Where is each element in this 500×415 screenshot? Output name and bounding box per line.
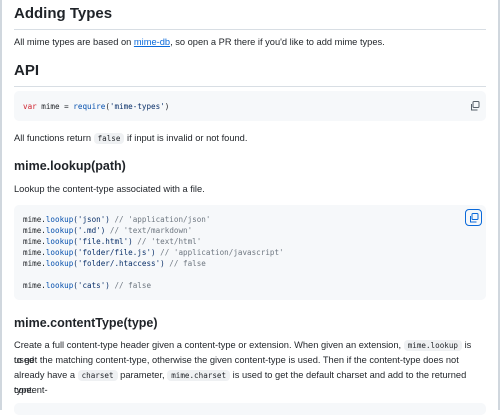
paragraph-line: to get the matching content-type, otherw… (14, 355, 459, 365)
charset-code: charset (77, 370, 118, 381)
paragraph-line: Create a full content-type header given … (14, 340, 472, 365)
api-return-text: All functions return false if input is i… (14, 133, 248, 144)
mime-lookup-code: mime.lookup (403, 340, 462, 351)
paragraph-line: already have a charset parameter, mime.c… (14, 370, 467, 395)
lookup-heading: mime.lookup(path) (14, 159, 126, 173)
code-line: mime.lookup('folder/.htaccess') // false (23, 259, 206, 268)
mime-charset-code: mime.charset (167, 370, 231, 381)
content-type-heading: mime.contentType(type) (14, 316, 158, 330)
code-line: mime.lookup('json') // 'application/json… (23, 215, 211, 224)
adding-types-heading: Adding Types (14, 4, 486, 30)
false-code: false (93, 133, 125, 144)
copy-button[interactable] (465, 209, 482, 226)
lookup-description: Lookup the content-type associated with … (14, 184, 205, 194)
code-line: mime.lookup('file.html') // 'text/html' (23, 237, 202, 246)
copy-icon (470, 100, 479, 110)
api-heading: API (14, 61, 486, 87)
copy-button[interactable] (467, 98, 482, 113)
code-line: mime.lookup('folder/file.js') // 'applic… (23, 248, 284, 257)
code-line: mime.lookup('.md') // 'text/markdown' (23, 226, 193, 235)
mime-db-link[interactable]: mime-db (134, 37, 170, 47)
next-code-block (14, 403, 486, 415)
code-line: var mime = require('mime-types') (23, 102, 170, 111)
lookup-code-block[interactable]: mime.lookup('json') // 'application/json… (14, 205, 486, 300)
adding-types-text: All mime types are based on mime-db, so … (14, 37, 385, 47)
require-code-block[interactable]: var mime = require('mime-types') (14, 91, 486, 121)
copy-icon (469, 212, 478, 222)
content-type-description: Create a full content-type header given … (14, 338, 486, 398)
paragraph-line: type. (14, 385, 35, 395)
code-line: mime.lookup('cats') // false (23, 281, 152, 290)
